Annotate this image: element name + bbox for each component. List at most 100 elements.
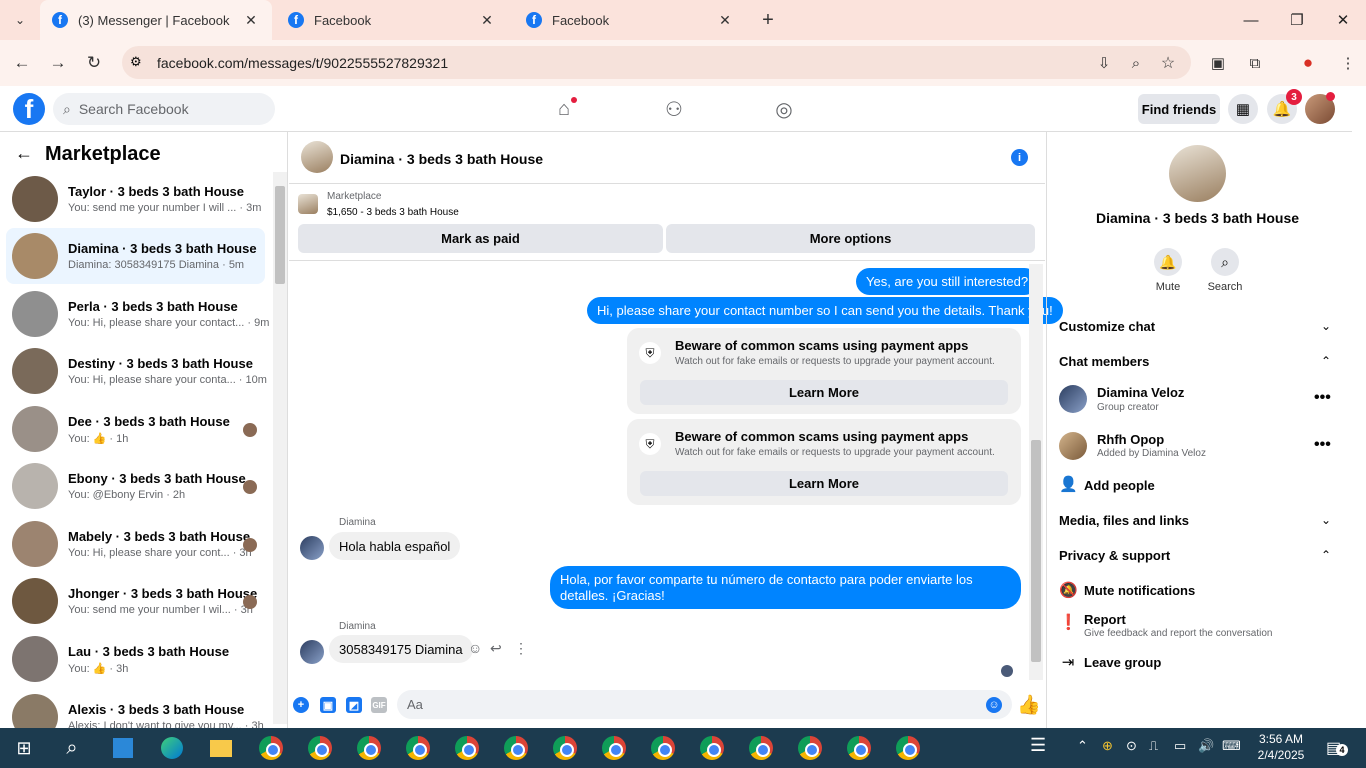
scrollbar-thumb[interactable] xyxy=(275,186,285,284)
chevron-up-icon[interactable]: ⌃ xyxy=(1321,354,1331,368)
friends-icon[interactable]: ⚇ xyxy=(661,96,687,122)
chevron-up-icon[interactable]: ⌃ xyxy=(1321,548,1331,562)
sticker-icon[interactable]: ◩ xyxy=(346,697,362,713)
search-icon[interactable]: ⌕ xyxy=(1211,248,1239,276)
wifi-icon[interactable]: ▭ xyxy=(1174,738,1186,754)
message-outgoing[interactable]: Yes, are you still interested? xyxy=(856,268,1039,295)
maximize-icon[interactable]: ❐ xyxy=(1274,0,1320,40)
chat-avatar[interactable] xyxy=(301,141,333,173)
edge-icon[interactable] xyxy=(157,733,187,763)
taskbar-search-icon[interactable]: ⌕ xyxy=(57,733,87,763)
learn-more-button[interactable]: Learn More xyxy=(640,380,1008,405)
message-incoming[interactable]: 3058349175 Diamina xyxy=(329,635,473,663)
close-tab-icon[interactable]: ✕ xyxy=(242,12,260,29)
conversation-item[interactable]: Lau · 3 beds 3 bath House You: 👍 · 3h xyxy=(6,631,265,687)
mute-notifications-button[interactable]: Mute notifications xyxy=(1084,583,1195,598)
tab-facebook-1[interactable]: f Facebook ✕ xyxy=(276,4,508,36)
reload-icon[interactable]: ↻ xyxy=(79,48,109,78)
conversation-item[interactable]: Destiny · 3 beds 3 bath House You: Hi, pl… xyxy=(6,343,267,399)
camera-icon[interactable]: ⊙ xyxy=(1126,738,1137,754)
leave-group-button[interactable]: Leave group xyxy=(1084,655,1161,670)
taskbar-clock[interactable]: 3:56 AM 2/4/2025 xyxy=(1256,731,1306,763)
chrome-taskbar-icon[interactable] xyxy=(403,733,433,763)
tab-messenger[interactable]: f (3) Messenger | Facebook ✕ xyxy=(40,0,272,40)
minimize-icon[interactable]: — xyxy=(1228,0,1274,40)
more-dots-icon[interactable]: ••• xyxy=(1314,436,1331,454)
plus-icon[interactable]: + xyxy=(293,697,309,713)
close-tab-icon[interactable]: ✕ xyxy=(478,12,496,29)
chat-avatar-large[interactable] xyxy=(1169,145,1226,202)
listing-thumbnail[interactable] xyxy=(298,194,318,214)
forward-icon[interactable]: → xyxy=(43,48,73,78)
install-app-icon[interactable]: ⇩ xyxy=(1089,48,1119,78)
find-friends-button[interactable]: Find friends xyxy=(1138,94,1220,124)
page-scrollbar[interactable] xyxy=(1352,86,1366,728)
chrome-taskbar-icon[interactable] xyxy=(256,733,286,763)
conversation-item[interactable]: Dee · 3 beds 3 bath House You: 👍 · 1h xyxy=(6,401,265,457)
chrome-taskbar-icon[interactable] xyxy=(844,733,874,763)
chrome-taskbar-icon[interactable] xyxy=(746,733,776,763)
add-people-button[interactable]: Add people xyxy=(1084,478,1155,493)
network-icon[interactable]: ⎍ xyxy=(1149,738,1158,754)
conversation-item[interactable]: Perla · 3 beds 3 bath House You: Hi, plea… xyxy=(6,286,269,342)
puzzle-icon[interactable]: ⧉ xyxy=(1240,48,1270,78)
learn-more-button[interactable]: Learn More xyxy=(640,471,1008,496)
message-input[interactable]: Aa xyxy=(397,690,1012,719)
conversation-item[interactable]: Diamina · 3 beds 3 bath House Diamina: 30… xyxy=(6,228,265,284)
shield-tray-icon[interactable]: ⊕ xyxy=(1102,738,1113,754)
chrome-taskbar-icon[interactable] xyxy=(452,733,482,763)
conversation-item[interactable]: Jhonger · 3 beds 3 bath House You: send m… xyxy=(6,573,265,629)
thumbs-up-icon[interactable]: 👍 xyxy=(1017,693,1041,717)
site-settings-icon[interactable]: ⚙ xyxy=(130,54,142,70)
file-explorer-icon[interactable] xyxy=(206,733,236,763)
media-files-links[interactable]: Media, files and links xyxy=(1059,513,1189,528)
chrome-taskbar-icon[interactable] xyxy=(648,733,678,763)
avatar[interactable] xyxy=(1059,432,1087,460)
zoom-icon[interactable]: ⌕ xyxy=(1121,48,1151,78)
more-icon[interactable]: ⋮ xyxy=(514,640,528,657)
app-tray-icon[interactable]: ☰ xyxy=(1030,735,1046,756)
member-name[interactable]: Diamina Veloz xyxy=(1097,385,1184,400)
chrome-taskbar-icon[interactable] xyxy=(795,733,825,763)
store-icon[interactable] xyxy=(108,733,138,763)
sender-avatar[interactable] xyxy=(300,536,324,560)
member-name[interactable]: Rhfh Opop xyxy=(1097,432,1164,447)
chevron-up-icon[interactable]: ⌃ xyxy=(1077,738,1088,754)
chrome-taskbar-icon[interactable] xyxy=(893,733,923,763)
report-button[interactable]: Report xyxy=(1084,612,1126,627)
chrome-taskbar-icon[interactable] xyxy=(697,733,727,763)
privacy-support[interactable]: Privacy & support xyxy=(1059,548,1170,563)
chevron-down-icon[interactable]: ⌄ xyxy=(1321,319,1331,333)
facebook-logo[interactable]: f xyxy=(13,93,45,125)
message-outgoing[interactable]: Hi, please share your contact number so … xyxy=(587,297,1063,324)
chat-members-header[interactable]: Chat members xyxy=(1059,354,1149,369)
close-window-icon[interactable]: ✕ xyxy=(1320,0,1366,40)
chrome-taskbar-icon[interactable] xyxy=(550,733,580,763)
reply-icon[interactable]: ↩ xyxy=(490,640,502,657)
back-arrow-icon[interactable]: ← xyxy=(15,143,33,164)
volume-icon[interactable]: 🔊 xyxy=(1198,738,1214,754)
mark-as-paid-button[interactable]: Mark as paid xyxy=(298,224,663,253)
sender-avatar[interactable] xyxy=(300,640,324,664)
tab-facebook-2[interactable]: f Facebook ✕ xyxy=(514,4,746,36)
close-tab-icon[interactable]: ✕ xyxy=(716,12,734,29)
conversation-item[interactable]: Mabely · 3 beds 3 bath House You: Hi, ple… xyxy=(6,516,265,572)
bookmark-star-icon[interactable]: ☆ xyxy=(1153,48,1183,78)
mute-icon[interactable]: 🔔 xyxy=(1154,248,1182,276)
chevron-down-icon[interactable]: ⌄ xyxy=(1321,513,1331,527)
message-incoming[interactable]: Hola habla español xyxy=(329,532,461,560)
photo-icon[interactable]: ▣ xyxy=(320,697,336,713)
groups-icon[interactable]: ◎ xyxy=(771,96,797,122)
more-dots-icon[interactable]: ••• xyxy=(1314,389,1331,407)
search-input[interactable]: ⌕ Search Facebook xyxy=(53,93,275,125)
emoji-icon[interactable]: ☺ xyxy=(986,697,1002,713)
chrome-taskbar-icon[interactable] xyxy=(599,733,629,763)
gif-icon[interactable]: GIF xyxy=(371,697,387,713)
url-text[interactable]: facebook.com/messages/t/9022555527829321 xyxy=(157,55,448,71)
chat-title[interactable]: Diamina · 3 beds 3 bath House xyxy=(340,151,543,167)
customize-chat[interactable]: Customize chat xyxy=(1059,319,1155,334)
chat-scrollbar-thumb[interactable] xyxy=(1031,440,1041,662)
avatar[interactable] xyxy=(1059,385,1087,413)
keyboard-icon[interactable]: ⌨ xyxy=(1222,738,1241,754)
chrome-taskbar-icon[interactable] xyxy=(354,733,384,763)
